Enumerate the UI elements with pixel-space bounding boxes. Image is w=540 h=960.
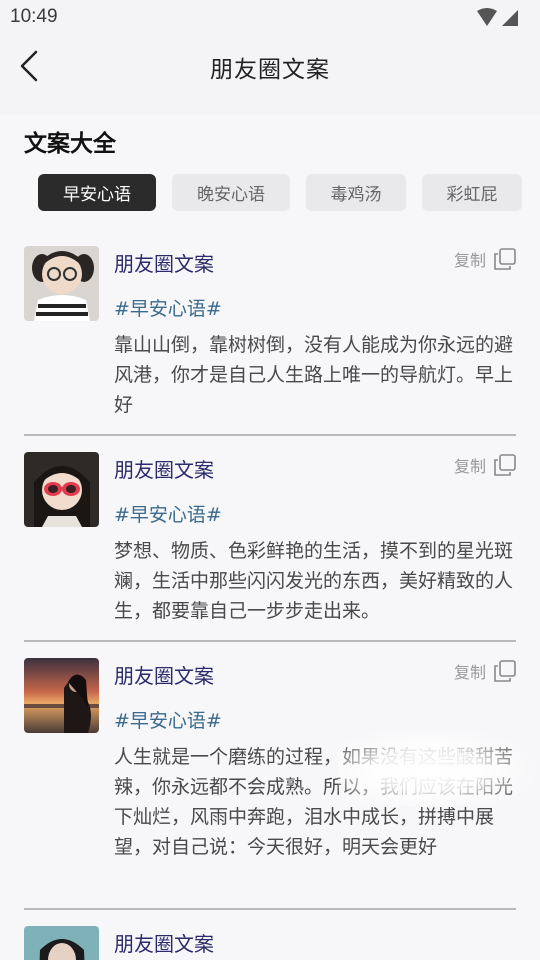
post-divider: [24, 434, 516, 436]
wifi-icon: [477, 8, 497, 26]
section-title: 文案大全: [24, 131, 116, 157]
signal-icon: [502, 10, 518, 26]
status-time: 10:49: [10, 6, 58, 27]
post-card: 朋友圈文案 复制 #早安心语# 人生就是一个磨练的过程，如果没有这些酸甜苦辣，你…: [24, 658, 516, 910]
copy-icon: [494, 248, 516, 270]
avatar[interactable]: [24, 246, 99, 321]
copy-icon: [494, 660, 516, 682]
app-header: 朋友圈文案: [0, 36, 540, 114]
post-divider: [24, 908, 516, 910]
copy-icon: [494, 454, 516, 476]
post-text: 人生就是一个磨练的过程，如果没有这些酸甜苦辣，你永远都不会成熟。所以，我们应该在…: [114, 746, 514, 858]
avatar[interactable]: [24, 658, 99, 733]
avatar[interactable]: [24, 926, 99, 960]
copy-button[interactable]: 复制: [454, 246, 516, 272]
tab-poison-soup[interactable]: 毒鸡汤: [306, 174, 406, 211]
post-hashtag: #早安心语#: [114, 298, 222, 320]
content-area: 文案大全 早安心语 晚安心语 毒鸡汤 彩虹屁 朋友圈文案 复制 #早安心语# 靠…: [0, 114, 540, 960]
tab-rainbow[interactable]: 彩虹屁: [422, 174, 522, 211]
post-card: 朋友圈文案: [24, 926, 516, 960]
post-author: 朋友圈文案: [114, 664, 214, 688]
post-divider: [24, 640, 516, 642]
copy-button[interactable]: 复制: [454, 658, 516, 684]
copy-label: 复制: [453, 251, 486, 270]
post-hashtag: #早安心语#: [114, 504, 222, 526]
post-text: 梦想、物质、色彩鲜艳的生活，摸不到的星光斑斓，生活中那些闪闪发光的东西，美好精致…: [114, 540, 514, 622]
status-icons: [477, 8, 518, 26]
post-card: 朋友圈文案 复制 #早安心语# 靠山山倒，靠树树倒，没有人能成为你永远的避风港，…: [24, 246, 516, 436]
post-hashtag: #早安心语#: [114, 710, 222, 732]
post-card: 朋友圈文案 复制 #早安心语# 梦想、物质、色彩鲜艳的生活，摸不到的星光斑斓，生…: [24, 452, 516, 642]
post-author: 朋友圈文案: [114, 252, 214, 276]
copy-label: 复制: [453, 457, 486, 476]
category-tabs: 早安心语 晚安心语 毒鸡汤 彩虹屁: [38, 174, 528, 212]
avatar[interactable]: [24, 452, 99, 527]
status-bar: 10:49: [0, 0, 540, 36]
page-title: 朋友圈文案: [210, 57, 330, 83]
tab-evening[interactable]: 晚安心语: [172, 174, 290, 211]
copy-label: 复制: [453, 663, 486, 682]
tab-morning[interactable]: 早安心语: [38, 174, 156, 211]
post-author: 朋友圈文案: [114, 932, 214, 956]
copy-button[interactable]: 复制: [454, 452, 516, 478]
post-text: 靠山山倒，靠树树倒，没有人能成为你永远的避风港，你才是自己人生路上唯一的导航灯。…: [114, 334, 514, 416]
post-author: 朋友圈文案: [114, 458, 214, 482]
